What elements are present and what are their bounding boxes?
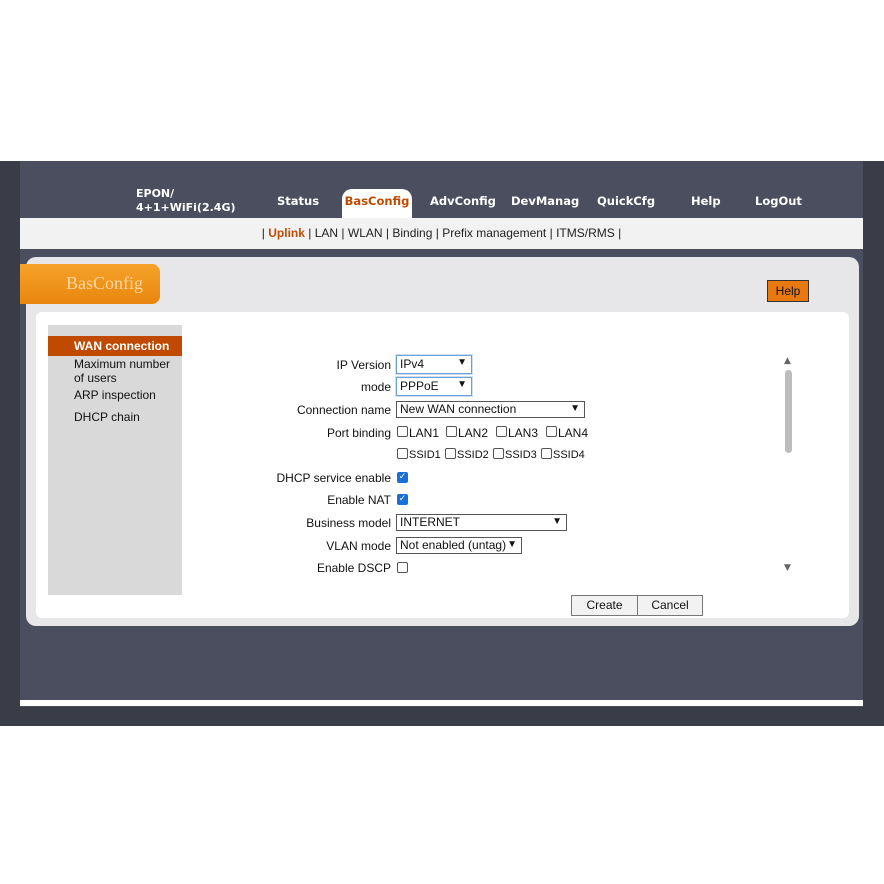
mode-label: mode (360, 380, 391, 394)
vlan-mode-label: VLAN mode (326, 539, 391, 553)
subnav-prefix-management[interactable]: Prefix management (442, 226, 546, 240)
vlan-mode-value: Not enabled (untag) (400, 538, 507, 552)
ip-version-label: IP Version (336, 358, 391, 372)
dhcp-service-checkbox[interactable]: ✓ (397, 472, 408, 483)
subnav-sep: | (341, 226, 345, 240)
ip-version-value: IPv4 (400, 357, 425, 371)
chevron-down-icon: ▼ (507, 539, 517, 550)
subnav-binding[interactable]: Binding (392, 226, 432, 240)
ssid4-label: SSID4 (553, 449, 585, 461)
lan3-label: LAN3 (508, 426, 539, 440)
business-model-value: INTERNET (400, 515, 460, 529)
vlan-mode-select[interactable]: Not enabled (untag) ▼ (396, 537, 522, 554)
ssid2-checkbox[interactable] (445, 448, 456, 459)
brand-line1: EPON/ (136, 187, 175, 200)
port-binding-label: Port binding (326, 426, 391, 440)
subnav-uplink[interactable]: Uplink (268, 226, 305, 240)
subnav-lan[interactable]: LAN (315, 226, 338, 240)
ssid3-label: SSID3 (505, 449, 537, 461)
sidebar: WAN connection Maximum number of users A… (48, 325, 182, 595)
mode-value: PPPoE (400, 379, 439, 393)
ssid2-label: SSID2 (457, 449, 489, 461)
subnav-sep: | (618, 226, 622, 240)
tab-quickcfg[interactable]: QuickCfg (597, 194, 655, 208)
bottom-divider (20, 700, 863, 706)
subnav-wlan[interactable]: WLAN (348, 226, 383, 240)
sub-navigation: | Uplink | LAN | WLAN | Binding | Prefix… (20, 218, 863, 249)
lan2-label: LAN2 (458, 426, 489, 440)
tab-advconfig[interactable]: AdvConfig (430, 194, 496, 208)
subnav-sep: | (308, 226, 312, 240)
lan3-checkbox[interactable] (496, 426, 507, 437)
tab-devmanag[interactable]: DevManag (511, 194, 579, 208)
tab-status[interactable]: Status (277, 194, 319, 208)
business-model-select[interactable]: INTERNET ▼ (396, 514, 567, 531)
enable-dscp-label: Enable DSCP (316, 561, 391, 575)
mode-select[interactable]: PPPoE ▼ (396, 377, 472, 396)
ssid4-checkbox[interactable] (541, 448, 552, 459)
connection-name-label: Connection name (296, 403, 391, 417)
connection-name-select[interactable]: New WAN connection ▼ (396, 401, 585, 418)
brand-line2: 4+1+WiFi(2.4G) (136, 201, 236, 214)
ssid1-checkbox[interactable] (397, 448, 408, 459)
lan1-checkbox[interactable] (397, 426, 408, 437)
subnav-itms[interactable]: ITMS/RMS (556, 226, 615, 240)
ssid3-checkbox[interactable] (493, 448, 504, 459)
chevron-down-icon: ▼ (457, 379, 467, 390)
sidebar-item-maximum-users[interactable]: Maximum number of users (48, 357, 182, 385)
sidebar-item-dhcp-chain[interactable]: DHCP chain (48, 410, 182, 424)
connection-name-value: New WAN connection (400, 402, 517, 416)
lan4-checkbox[interactable] (546, 426, 557, 437)
subnav-sep: | (261, 226, 265, 240)
scroll-up-arrow-icon[interactable]: ▲ (784, 356, 791, 366)
dhcp-service-label: DHCP service enable (276, 471, 392, 485)
ssid1-label: SSID1 (409, 449, 441, 461)
chevron-down-icon: ▼ (457, 357, 467, 368)
subnav-sep: | (549, 226, 553, 240)
business-model-label: Business model (306, 516, 391, 530)
panel-title: BasConfig (20, 264, 160, 304)
enable-nat-checkbox[interactable]: ✓ (397, 494, 408, 505)
tab-help[interactable]: Help (691, 194, 721, 208)
enable-nat-label: Enable NAT (327, 493, 391, 507)
help-button[interactable]: Help (767, 280, 809, 302)
scroll-down-arrow-icon[interactable]: ▼ (784, 563, 791, 573)
brand: EPON/ 4+1+WiFi(2.4G) (136, 187, 236, 215)
tab-basconfig[interactable]: BasConfig (342, 189, 412, 218)
subnav-sep: | (385, 226, 390, 240)
chevron-down-icon: ▼ (552, 516, 562, 527)
sidebar-item-arp-inspection[interactable]: ARP inspection (48, 388, 182, 402)
cancel-button[interactable]: Cancel (637, 595, 703, 616)
create-button[interactable]: Create (571, 595, 638, 616)
chevron-down-icon: ▼ (570, 403, 580, 414)
tab-logout[interactable]: LogOut (755, 194, 802, 208)
scrollbar-thumb[interactable] (785, 370, 792, 453)
subnav-sep: | (435, 226, 439, 240)
lan1-label: LAN1 (409, 426, 440, 440)
sidebar-item-wan-connection[interactable]: WAN connection (48, 336, 182, 356)
lan2-checkbox[interactable] (446, 426, 457, 437)
ip-version-select[interactable]: IPv4 ▼ (396, 355, 472, 374)
lan4-label: LAN4 (558, 426, 589, 440)
enable-dscp-checkbox[interactable] (397, 562, 408, 573)
